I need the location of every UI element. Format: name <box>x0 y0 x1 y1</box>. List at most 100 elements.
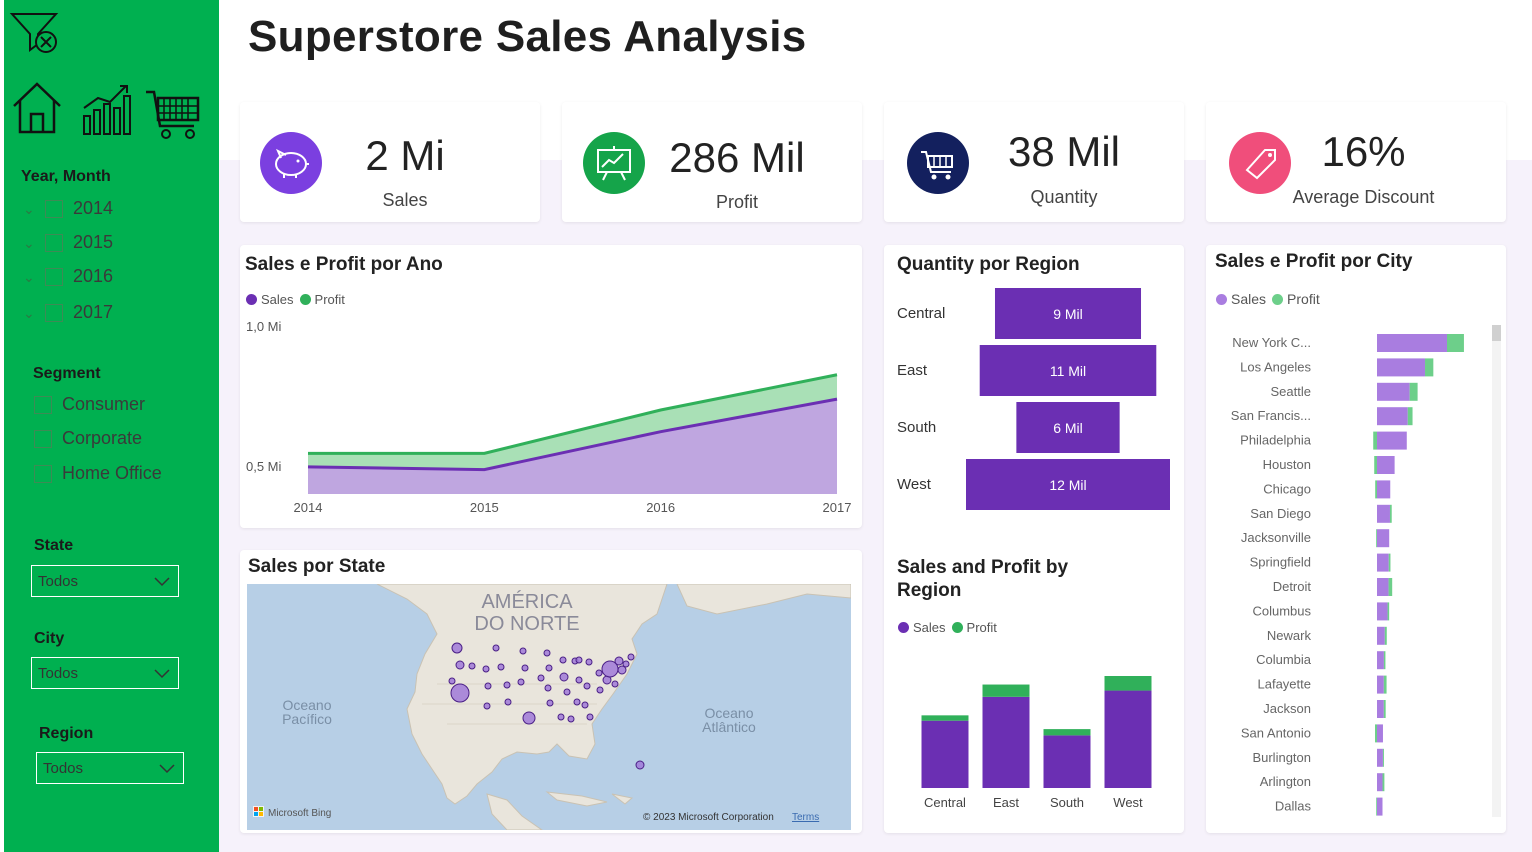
presentation-chart-icon <box>597 146 631 181</box>
y-tick-label: 1,0 Mi <box>246 319 282 334</box>
checkbox[interactable] <box>34 464 52 483</box>
year-month-filter-title: Year, Month <box>21 168 111 185</box>
checkbox[interactable] <box>34 429 52 448</box>
sales-bar <box>1377 748 1383 767</box>
chevron-down-icon[interactable]: ⌄ <box>23 270 37 284</box>
kpi-card-profit[interactable]: 286 Mil Profit <box>562 102 862 222</box>
category-label: Seattle <box>1271 384 1311 399</box>
category-label: Chicago <box>1263 481 1311 496</box>
sales-bar <box>1377 553 1389 572</box>
sales-profit-city-card[interactable]: Sales e Profit por City Sales Profit New… <box>1206 245 1506 833</box>
option-label: 2014 <box>73 198 114 218</box>
category-label: San Francis... <box>1231 408 1311 423</box>
chevron-down-icon[interactable]: ⌄ <box>23 202 37 216</box>
profit-bar <box>1375 724 1377 743</box>
profit-bar <box>1407 407 1413 426</box>
category-label: Central <box>924 795 966 810</box>
category-label: Jacksonville <box>1241 530 1311 545</box>
kpi-icon-circle <box>583 132 645 194</box>
category-label: Columbia <box>1256 652 1312 667</box>
region-bar-chart: Central East South West <box>921 676 1152 810</box>
category-label: Jackson <box>1263 701 1311 716</box>
kpi-card-quantity[interactable]: 38 Mil Quantity <box>884 102 1184 222</box>
sales-state-map-card[interactable]: Sales por State AMÉRICA DO NORTE Oceano … <box>240 550 862 833</box>
category-label: South <box>1050 795 1084 810</box>
segment-consumer-option[interactable]: Consumer <box>34 394 145 415</box>
scrollbar-thumb[interactable] <box>1492 325 1501 341</box>
year-2015-option[interactable]: ⌄ 2015 <box>23 232 113 253</box>
option-label: 2015 <box>73 232 114 252</box>
category-label: Springfield <box>1250 555 1311 570</box>
state-dropdown[interactable]: Todos <box>31 565 179 597</box>
profit-bar <box>1389 504 1392 523</box>
map-terms-link[interactable]: Terms <box>792 812 819 823</box>
profit-bar <box>921 715 969 721</box>
chevron-down-icon <box>154 577 170 587</box>
kpi-card-sales[interactable]: 2 Mi Sales <box>240 102 540 222</box>
option-label: 2017 <box>73 302 114 322</box>
sales-bar <box>1377 431 1407 450</box>
profit-bar <box>1376 797 1377 816</box>
chart-icon[interactable] <box>80 82 134 136</box>
kpi-value: 2 Mi <box>365 132 445 179</box>
sales-bar <box>1377 456 1395 474</box>
kpi-value: 38 Mil <box>1007 128 1121 175</box>
clear-filter-icon[interactable] <box>8 10 62 56</box>
category-label: West <box>1113 795 1143 810</box>
scrollbar-track[interactable] <box>1492 325 1501 817</box>
checkbox[interactable] <box>45 233 63 252</box>
map-label: Pacífico <box>282 711 332 727</box>
cart-icon <box>921 151 953 180</box>
chevron-down-icon[interactable]: ⌄ <box>23 306 37 320</box>
kpi-label: Quantity <box>1030 187 1098 207</box>
profit-bar <box>1388 553 1391 572</box>
sales-bar <box>1377 602 1388 621</box>
year-2017-option[interactable]: ⌄ 2017 <box>23 302 113 323</box>
category-label: Columbus <box>1252 603 1311 618</box>
sales-bar <box>1377 626 1385 645</box>
sales-bar <box>1377 773 1383 792</box>
segment-corporate-option[interactable]: Corporate <box>34 428 142 449</box>
checkbox[interactable] <box>45 267 63 286</box>
kpi-card-discount[interactable]: 16% Average Discount <box>1206 102 1506 222</box>
profit-bar <box>1425 358 1434 377</box>
profit-bar <box>1383 675 1387 694</box>
segment-filter-title: Segment <box>33 365 101 382</box>
dropdown-value: Todos <box>43 759 84 777</box>
profit-bar <box>1409 382 1418 401</box>
chevron-down-icon[interactable]: ⌄ <box>23 236 37 250</box>
checkbox[interactable] <box>45 303 63 322</box>
category-label: Houston <box>1263 457 1311 472</box>
tag-icon <box>1245 149 1276 180</box>
map-label: AMÉRICA <box>481 590 573 613</box>
profit-bar <box>982 684 1030 697</box>
map-label: DO NORTE <box>474 613 579 635</box>
quantity-region-card[interactable]: Quantity por Region Central 9 Mil East 11 M… <box>884 245 1184 833</box>
checkbox[interactable] <box>45 199 63 218</box>
chevron-down-icon <box>159 764 175 774</box>
x-tick-label: 2014 <box>294 500 323 515</box>
x-tick-label: 2016 <box>646 500 675 515</box>
kpi-value: 16% <box>1321 128 1406 175</box>
segment-home-office-option[interactable]: Home Office <box>34 463 162 484</box>
checkbox[interactable] <box>34 395 52 414</box>
profit-bar <box>1374 456 1377 474</box>
sales-bar <box>1377 480 1391 499</box>
category-label: San Diego <box>1250 506 1311 521</box>
dropdown-value: Todos <box>38 572 79 590</box>
kpi-icon-circle <box>907 132 969 194</box>
y-tick-label: 0,5 Mi <box>246 459 282 474</box>
city-dropdown[interactable]: Todos <box>31 657 179 689</box>
sales-bar <box>1377 358 1426 377</box>
kpi-value: 286 Mil <box>669 134 805 181</box>
year-2014-option[interactable]: ⌄ 2014 <box>23 198 113 219</box>
year-2016-option[interactable]: ⌄ 2016 <box>23 266 113 287</box>
sales-profit-year-card[interactable]: Sales e Profit por Ano Sales Profit 1,0 … <box>240 245 862 528</box>
map[interactable]: AMÉRICA DO NORTE Oceano Pacífico Oceano … <box>247 584 851 830</box>
profit-bar <box>1375 480 1377 499</box>
region-dropdown[interactable]: Todos <box>36 752 184 784</box>
city-filter-title: City <box>34 630 65 647</box>
home-icon[interactable] <box>10 80 64 134</box>
profit-bar <box>1104 676 1152 691</box>
cart-icon[interactable] <box>144 86 202 142</box>
